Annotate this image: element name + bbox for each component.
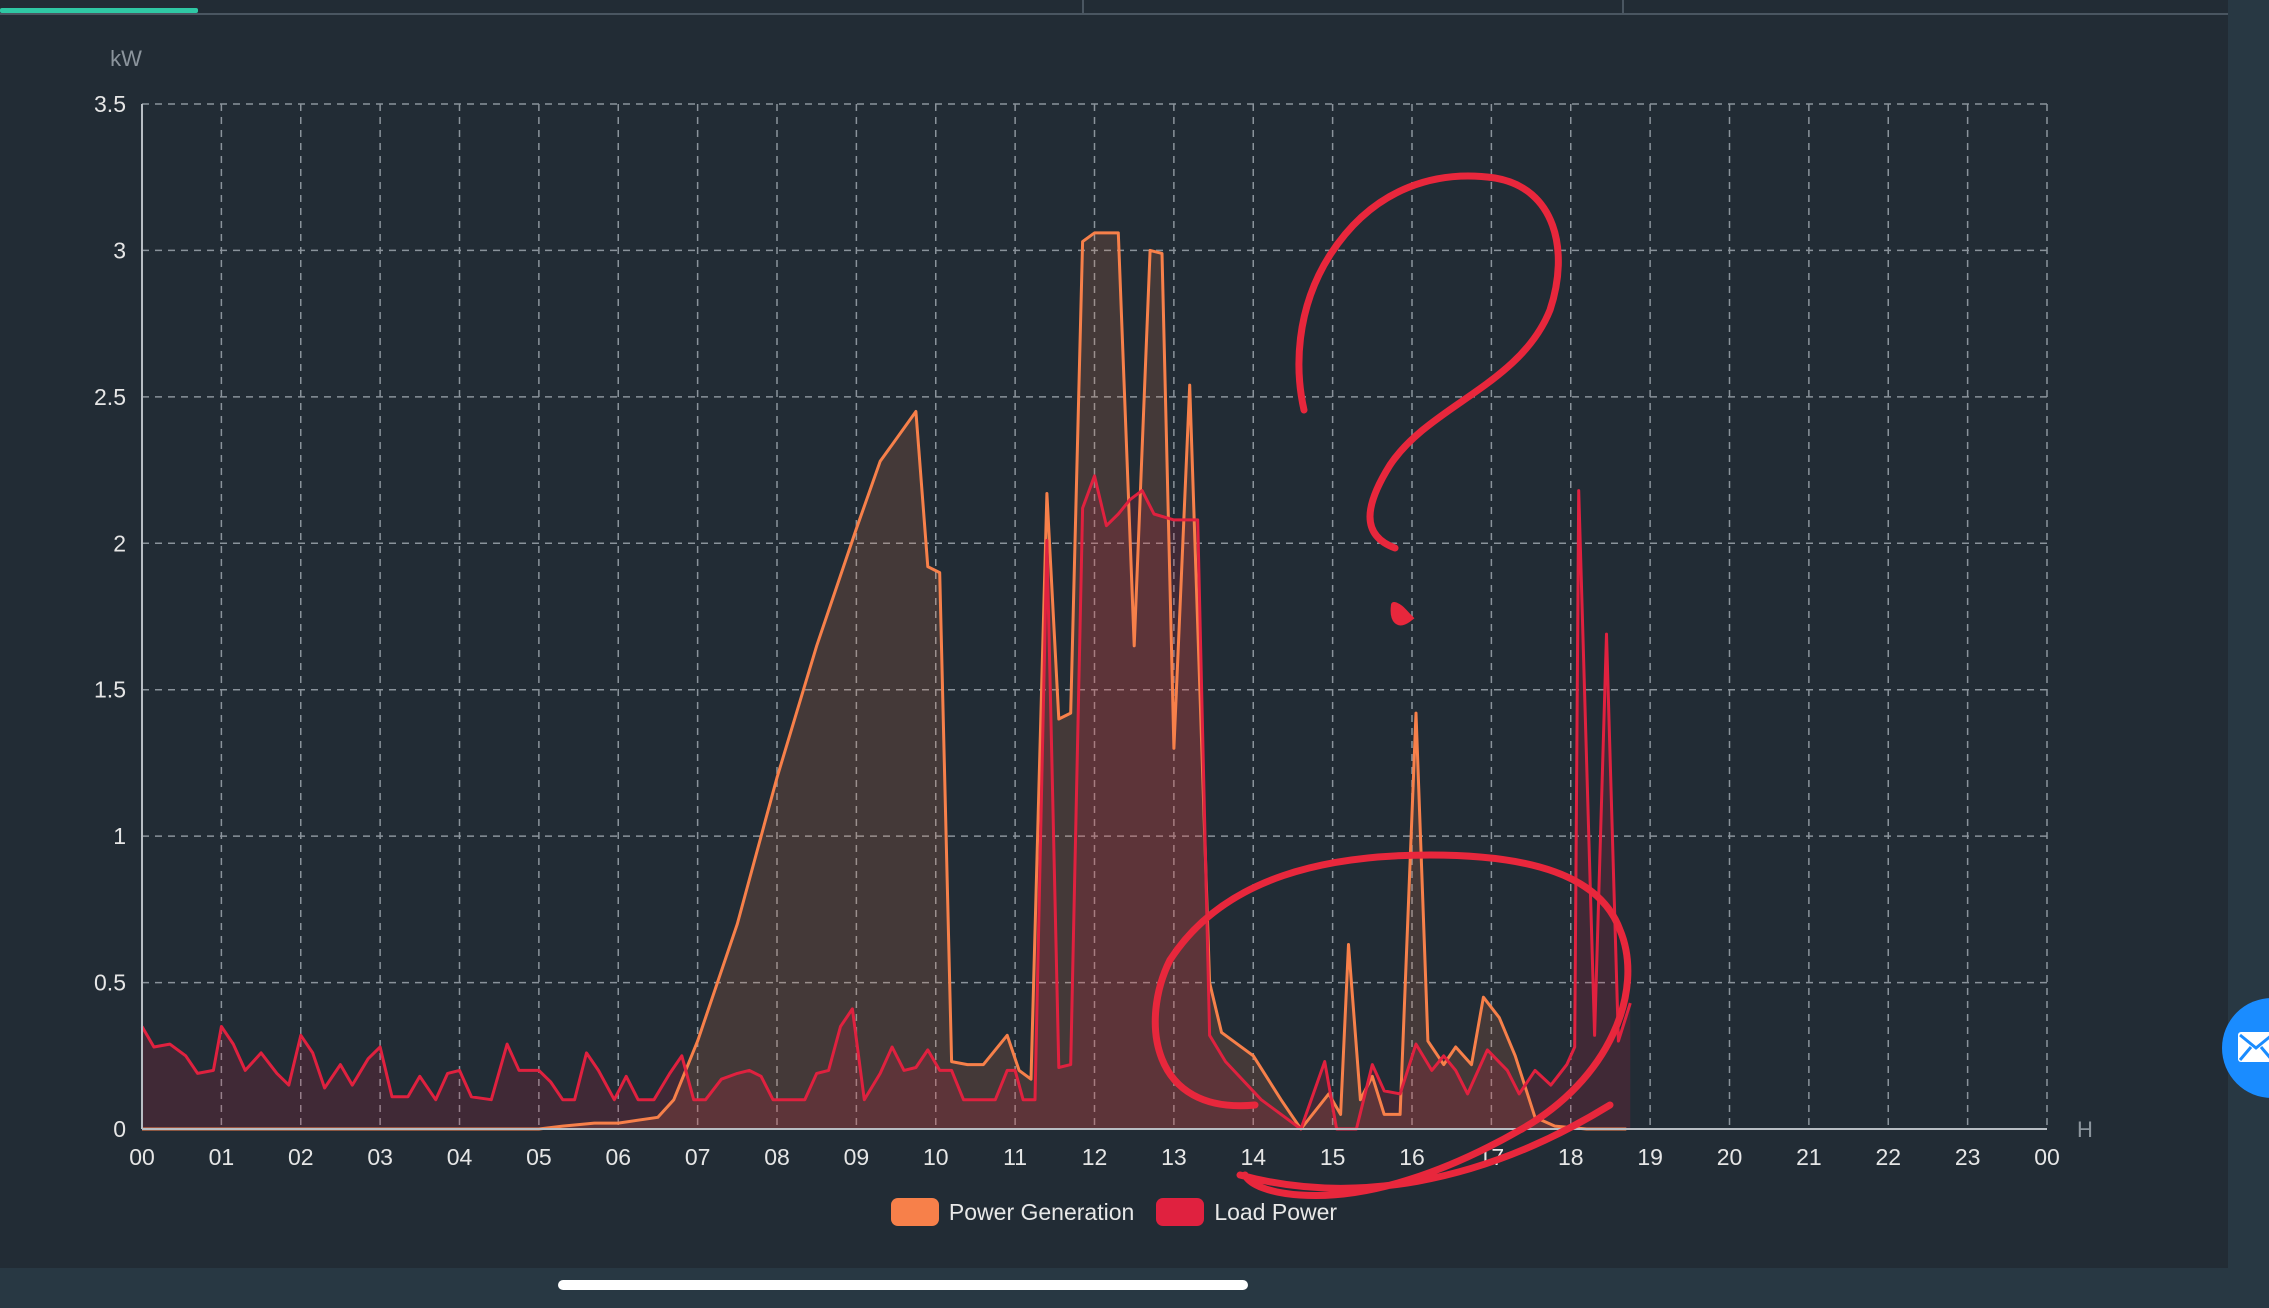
legend-swatch-generation: [890, 1198, 939, 1226]
x-tick-label: 20: [1717, 1144, 1743, 1170]
x-tick-label: 11: [1003, 1144, 1027, 1170]
y-unit-label: kW: [110, 46, 142, 71]
power-chart: 0 0.5 1 1.5 2 2.5 3 3.5 00 01 02 03 04 05 06 07 08 09 10 11…: [94, 46, 2093, 1200]
x-tick-label: 13: [1161, 1144, 1187, 1170]
x-tick-label: 04: [447, 1144, 473, 1170]
x-tick-label: 21: [1796, 1144, 1822, 1170]
x-tick-label: 15: [1320, 1144, 1346, 1170]
chart-areas: [142, 232, 1631, 1129]
x-tick-label: 00: [2034, 1144, 2060, 1170]
legend-label-generation: Power Generation: [948, 1198, 1135, 1225]
x-tick-label: 14: [1240, 1144, 1266, 1170]
mail-icon: [2238, 1032, 2269, 1062]
y-tick-label: 3.5: [94, 91, 126, 117]
x-tick-label: 07: [685, 1144, 711, 1170]
x-tick-label: 03: [367, 1144, 393, 1170]
x-tick-label: 12: [1082, 1144, 1108, 1170]
y-tick-label: 3: [113, 237, 126, 263]
x-tick-label: 00: [129, 1144, 155, 1170]
x-tick-label: 01: [209, 1144, 235, 1170]
legend-item-load[interactable]: Load Power: [1156, 1198, 1337, 1226]
x-tick-label: 02: [288, 1144, 314, 1170]
legend-label-load: Load Power: [1214, 1198, 1338, 1225]
y-tick-label: 2: [113, 530, 126, 556]
x-unit-label: H: [2077, 1117, 2093, 1142]
x-tick-label: 23: [1955, 1144, 1981, 1170]
x-tick-label: 10: [923, 1144, 949, 1170]
x-tick-label: 22: [1875, 1144, 1901, 1170]
x-tick-label: 19: [1637, 1144, 1663, 1170]
y-tick-label: 1.5: [94, 677, 126, 703]
x-tick-label: 16: [1399, 1144, 1425, 1170]
home-indicator: [558, 1280, 1248, 1290]
chart-legend: Power Generation Load Power: [0, 1198, 2228, 1226]
legend-item-generation[interactable]: Power Generation: [890, 1198, 1135, 1226]
float-message-button[interactable]: [2222, 998, 2269, 1098]
x-tick-label: 08: [764, 1144, 790, 1170]
y-tick-label: 0.5: [94, 970, 126, 996]
annotation-question-mark: [1295, 172, 1562, 552]
x-tick-label: 05: [526, 1144, 552, 1170]
legend-swatch-load: [1156, 1198, 1205, 1226]
x-tick-label: 09: [844, 1144, 870, 1170]
y-tick-label: 2.5: [94, 384, 126, 410]
x-tick-label: 18: [1558, 1144, 1584, 1170]
annotation-question-dot: [1390, 602, 1415, 626]
x-tick-label: 06: [605, 1144, 631, 1170]
chart-panel: 0 0.5 1 1.5 2 2.5 3 3.5 00 01 02 03 04 05 06 07 08 09 10 11…: [0, 0, 2228, 1268]
y-tick-label: 0: [113, 1116, 126, 1142]
y-tick-label: 1: [113, 823, 126, 849]
